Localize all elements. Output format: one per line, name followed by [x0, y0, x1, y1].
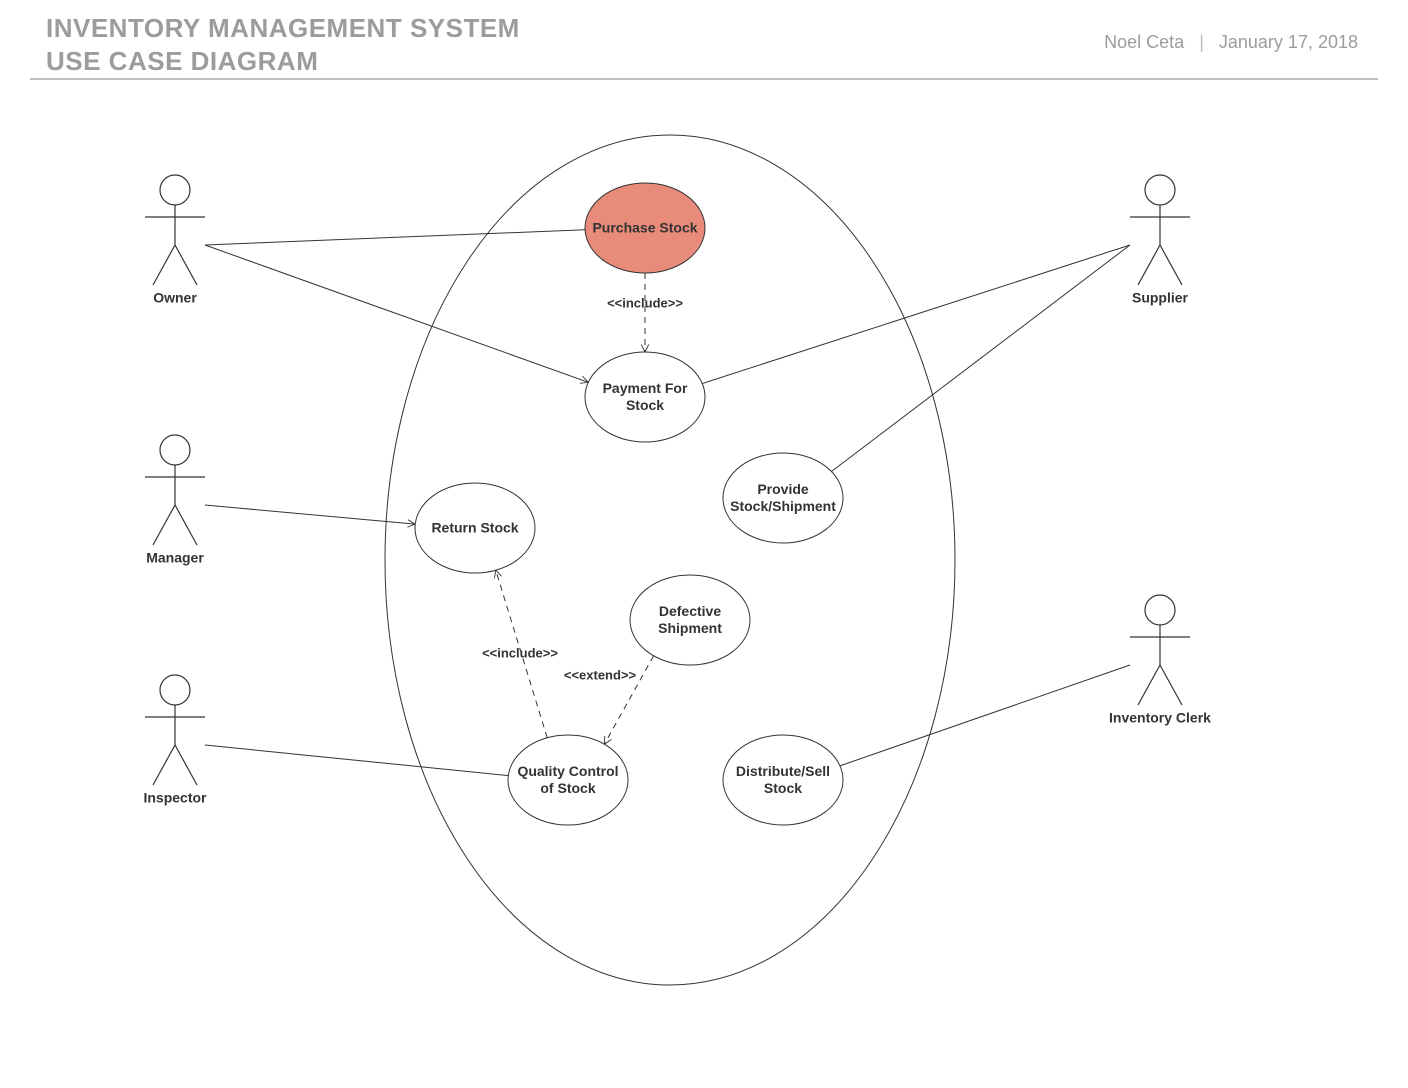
actor-label-inventory_clerk: Inventory Clerk: [1109, 710, 1211, 727]
actor-inspector: [145, 675, 205, 785]
dependency-label: <<include>>: [607, 296, 683, 311]
dependency-label: <<extend>>: [564, 668, 636, 683]
actor-label-owner: Owner: [153, 290, 197, 307]
actor-label-inspector: Inspector: [143, 790, 206, 807]
usecase-label-payment: Payment For Stock: [603, 380, 688, 414]
actor-label-supplier: Supplier: [1132, 290, 1188, 307]
use-case-diagram: [0, 0, 1408, 1088]
usecase-label-provide: Provide Stock/Shipment: [730, 481, 836, 515]
dependency-label: <<include>>: [482, 646, 558, 661]
association-line: [831, 245, 1130, 471]
association-line: [205, 245, 588, 382]
usecase-label-quality: Quality Control of Stock: [517, 763, 618, 797]
association-line: [205, 230, 585, 245]
association-line: [840, 665, 1130, 766]
actor-owner: [145, 175, 205, 285]
actor-inventory_clerk: [1130, 595, 1190, 705]
actor-supplier: [1130, 175, 1190, 285]
actor-manager: [145, 435, 205, 545]
usecase-label-defective: Defective Shipment: [658, 603, 722, 637]
usecase-label-return: Return Stock: [431, 520, 518, 537]
usecase-label-purchase: Purchase Stock: [592, 220, 697, 237]
association-line: [702, 245, 1130, 384]
usecase-label-distribute: Distribute/Sell Stock: [736, 763, 830, 797]
association-line: [205, 745, 508, 776]
association-line: [205, 505, 415, 524]
actor-label-manager: Manager: [146, 550, 204, 567]
